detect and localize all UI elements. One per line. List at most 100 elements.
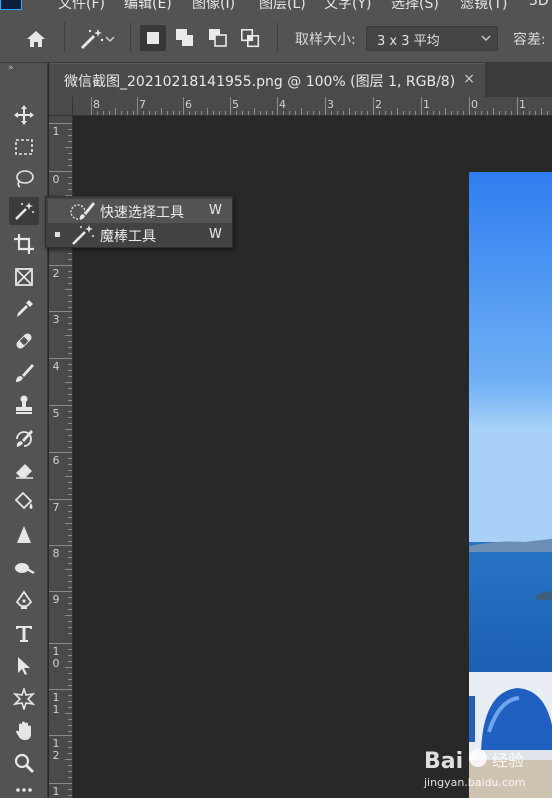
ruler-minor-tick [207,108,208,115]
eyedropper-tool[interactable] [9,295,39,323]
ruler-minor-tick [68,621,72,622]
menu-layer[interactable]: 图层(L) [259,0,306,10]
new-selection-button[interactable] [140,25,166,51]
history-brush-tool[interactable] [9,424,39,452]
ruler-minor-tick [65,569,72,570]
stamp-icon [16,395,32,414]
ruler-major-tick [49,689,72,690]
close-icon[interactable]: × [463,71,475,87]
baidu-jingyan-watermark: Bai 经验 jingyan.baidu.com [420,742,550,794]
menu-3d[interactable]: 3D [529,0,549,9]
ruler-origin[interactable] [49,97,73,116]
ps-logo[interactable] [0,0,22,10]
frame-tool[interactable] [9,263,39,291]
ruler-minor-tick [179,111,180,115]
ruler-minor-tick [68,177,72,178]
clone-stamp-tool[interactable] [9,391,39,419]
menu-image[interactable]: 图像(I) [192,0,235,10]
ruler-minor-tick [68,679,72,680]
lasso-tool[interactable] [9,165,39,193]
quick-selection-tool-item[interactable]: 快速选择工具 W [48,199,232,223]
dodge-tool[interactable] [9,554,39,582]
zoom-tool[interactable] [9,749,39,777]
magic-wand-tool[interactable] [9,197,39,225]
ruler-label: 8 [93,98,100,111]
menu-type[interactable]: 文字(Y) [324,0,371,10]
menu-file[interactable]: 文件(F) [58,0,105,10]
quick-selection-shortcut: W [209,203,222,218]
horizontal-ruler[interactable]: 8 7 6 5 4 3 2 1 0 1 [73,97,552,116]
ruler-minor-tick [349,108,350,115]
menu-select[interactable]: 选择(S) [391,0,439,10]
ruler-label: 6 [185,98,192,111]
hand-tool[interactable] [9,717,39,745]
blur-tool[interactable] [9,521,39,549]
path-selection-tool[interactable] [9,652,39,680]
ruler-minor-tick [68,777,72,778]
ruler-minor-tick [457,111,458,115]
type-tool[interactable] [9,619,39,647]
ruler-minor-tick [343,111,344,115]
sample-size-select[interactable]: 3 x 3 平均 [366,26,498,51]
ruler-minor-tick [195,111,196,115]
brush-tool[interactable] [9,359,39,387]
add-to-selection-button[interactable] [172,25,198,51]
crop-tool[interactable] [9,230,39,258]
zoom-icon [14,753,35,774]
ruler-minor-tick [68,283,72,284]
ruler-label: 3 [52,313,60,326]
custom-shape-tool[interactable] [9,685,39,713]
ruler-minor-tick [68,741,72,742]
ruler-minor-tick [451,111,452,115]
lasso-icon [16,170,34,188]
rectangular-marquee-tool[interactable] [9,133,39,161]
ruler-label: 0 [471,98,478,111]
ruler-major-tick [277,97,278,115]
document-tab[interactable]: 微信截图_20210218141955.png @ 100% (图层 1, RG… [49,63,485,97]
home-button[interactable] [22,26,50,52]
ruler-minor-tick [68,765,72,766]
ruler-minor-tick [295,111,296,115]
ruler-minor-tick [68,317,72,318]
ruler-minor-tick [68,603,72,604]
ruler-minor-tick [313,111,314,115]
menu-filter[interactable]: 滤镜(T) [460,0,507,10]
ruler-minor-tick [379,111,380,115]
menu-edit[interactable]: 编辑(E) [124,0,172,10]
ruler-label: 1 0 [52,645,60,670]
ruler-minor-tick [68,165,72,166]
options-bar: 取样大小: 3 x 3 平均 容差: [0,10,552,63]
ruler-minor-tick [415,111,416,115]
ruler-minor-tick [225,111,226,115]
ruler-major-tick [91,97,92,115]
ruler-label: 6 [52,454,60,467]
move-tool[interactable] [9,101,39,129]
ruler-minor-tick [307,111,308,115]
ruler-minor-tick [68,341,72,342]
ruler-minor-tick [68,563,72,564]
ruler-major-tick [49,591,72,592]
magic-wand-tool-item[interactable]: 魔棒工具 W [48,223,232,247]
pen-tool[interactable] [9,587,39,615]
ruler-minor-tick [547,111,548,115]
ruler-minor-tick [68,423,72,424]
ruler-minor-tick [97,111,98,115]
history-brush-icon [16,430,33,447]
intersect-selection-button[interactable] [237,25,263,51]
healing-brush-tool[interactable] [9,327,39,355]
paint-bucket-tool[interactable] [9,488,39,516]
more-tools-button[interactable] [9,783,39,797]
ruler-minor-tick [103,111,104,115]
intersect-selection-icon [240,28,260,48]
quick-selection-icon [70,202,95,220]
ruler-major-tick [517,97,518,115]
watermark-brand: Bai [424,749,463,774]
ruler-minor-tick [68,400,72,401]
tool-preset-picker[interactable] [74,25,120,53]
subtract-from-selection-button[interactable] [205,25,231,51]
collapse-panel-icon[interactable]: » [8,63,13,73]
ruler-minor-tick [505,111,506,115]
eraser-tool[interactable] [9,456,39,484]
ruler-minor-tick [68,505,72,506]
ruler-minor-tick [367,111,368,115]
